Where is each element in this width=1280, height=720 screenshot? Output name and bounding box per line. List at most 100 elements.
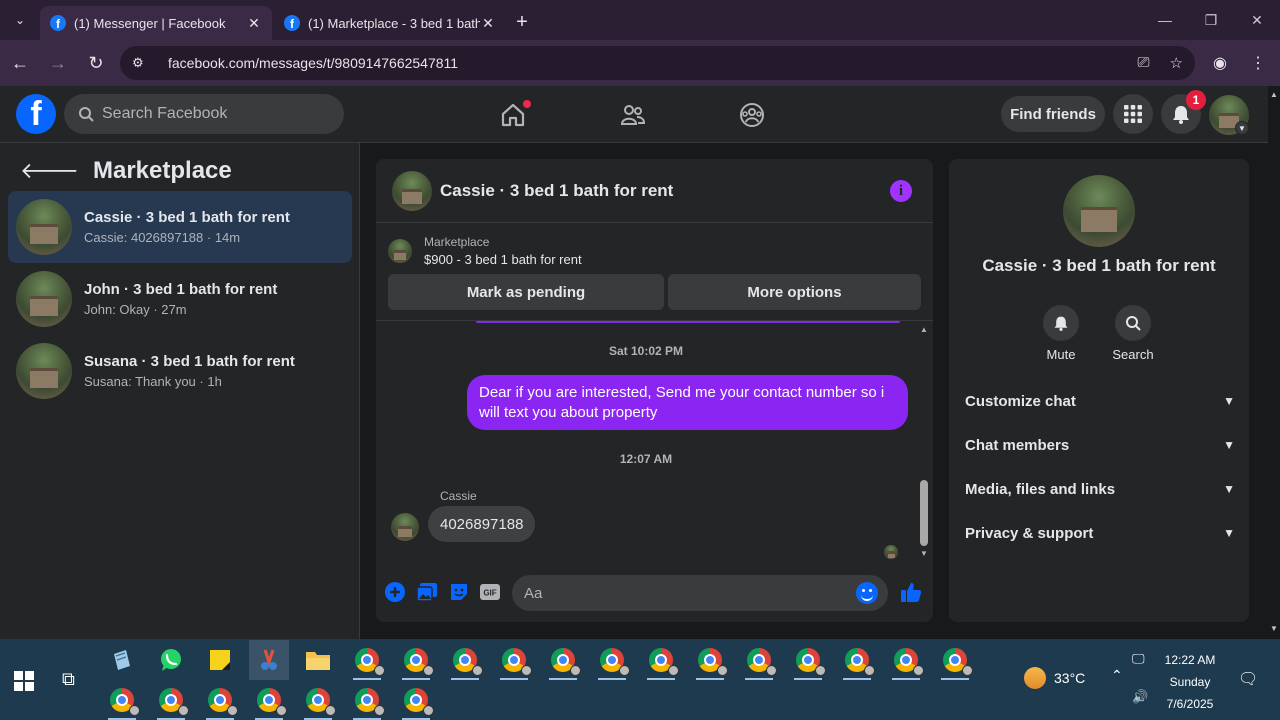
gif-icon[interactable]: GIF <box>479 581 501 603</box>
close-tab-icon[interactable]: ✕ <box>480 15 496 32</box>
search-in-chat-button[interactable]: Search <box>1103 305 1163 362</box>
chevron-down-icon: ▼ <box>1223 394 1235 408</box>
restore-icon[interactable]: ❐ <box>1188 0 1234 40</box>
chrome-taskbar-icon[interactable] <box>151 680 191 720</box>
chrome-taskbar-icon[interactable] <box>200 680 240 720</box>
site-settings-icon[interactable]: ⚙ <box>132 55 156 71</box>
photo-icon[interactable] <box>416 581 438 603</box>
windows-start-icon[interactable] <box>14 671 34 691</box>
file-explorer-taskbar-icon[interactable] <box>298 640 338 680</box>
tab-search-dropdown-icon[interactable]: ⌄ <box>0 0 40 40</box>
volume-icon[interactable]: 🔊 <box>1132 689 1148 709</box>
info-icon[interactable]: i <box>890 180 912 202</box>
chat-scrollbar[interactable]: ▲ ▼ <box>917 325 931 561</box>
privacy-support-section[interactable]: Privacy & support ▼ <box>965 519 1235 547</box>
sticker-icon[interactable] <box>448 581 470 603</box>
network-icon[interactable]: 🖵 <box>1132 651 1148 671</box>
chrome-taskbar-icon[interactable] <box>641 640 681 680</box>
back-button[interactable]: ← <box>2 45 38 81</box>
svg-text:GIF: GIF <box>483 589 496 598</box>
weather-widget[interactable]: 33°C <box>1024 667 1085 689</box>
reload-button[interactable]: ↻ <box>78 45 114 81</box>
sender-avatar[interactable] <box>391 513 419 541</box>
chrome-taskbar-icon[interactable] <box>347 680 387 720</box>
back-arrow-icon[interactable]: 🡐 <box>20 158 79 184</box>
message-input[interactable]: Aa <box>512 575 888 611</box>
chrome-taskbar-icon[interactable] <box>102 680 142 720</box>
chrome-taskbar-icon[interactable] <box>739 640 779 680</box>
scroll-up-icon[interactable]: ▲ <box>1270 90 1278 99</box>
chrome-taskbar-icon[interactable] <box>788 640 828 680</box>
chrome-taskbar-icon[interactable] <box>935 640 975 680</box>
facebook-search-input[interactable]: Search Facebook <box>64 94 344 134</box>
chrome-taskbar-icon[interactable] <box>592 640 632 680</box>
chrome-taskbar-icon[interactable] <box>690 640 730 680</box>
conversation-item[interactable]: John · 3 bed 1 bath for rent John: Okay … <box>8 263 352 335</box>
conversation-name: Susana · 3 bed 1 bath for rent <box>84 353 295 370</box>
scrollbar-thumb[interactable] <box>920 480 928 546</box>
facebook-logo-icon[interactable]: f <box>16 94 56 134</box>
conversation-item[interactable]: Cassie · 3 bed 1 bath for rent Cassie: 4… <box>8 191 352 263</box>
new-tab-button[interactable]: + <box>508 8 536 36</box>
chrome-taskbar-icon[interactable] <box>396 640 436 680</box>
thumbs-up-icon[interactable] <box>899 580 923 604</box>
customize-chat-section[interactable]: Customize chat ▼ <box>965 387 1235 415</box>
url-text[interactable]: facebook.com/messages/t/9809147662547811 <box>168 55 458 71</box>
chrome-taskbar-icon[interactable] <box>543 640 583 680</box>
bookmark-star-icon[interactable]: ☆ <box>1170 54 1183 72</box>
previous-message-edge <box>476 321 900 323</box>
mark-as-pending-button[interactable]: Mark as pending <box>388 274 664 310</box>
scroll-down-icon[interactable]: ▼ <box>920 549 928 558</box>
chrome-taskbar-icon[interactable] <box>396 680 436 720</box>
chrome-taskbar-icon[interactable] <box>886 640 926 680</box>
chrome-taskbar-icon[interactable] <box>494 640 534 680</box>
menu-kebab-icon[interactable]: ⋮ <box>1246 46 1270 80</box>
omnibox[interactable]: ⚙ facebook.com/messages/t/98091476625478… <box>120 46 1195 80</box>
home-nav-button[interactable] <box>457 86 569 143</box>
tab-marketplace[interactable]: f (1) Marketplace - 3 bed 1 bath f ✕ <box>274 6 506 40</box>
media-files-links-section[interactable]: Media, files and links ▼ <box>965 475 1235 503</box>
install-app-icon[interactable]: ⎚ <box>1138 54 1150 72</box>
task-view-icon[interactable]: ⧉ <box>62 669 75 690</box>
find-friends-button[interactable]: Find friends <box>1001 96 1105 132</box>
conversation-item[interactable]: Susana · 3 bed 1 bath for rent Susana: T… <box>8 335 352 407</box>
whatsapp-taskbar-icon[interactable] <box>151 640 191 680</box>
incoming-message[interactable]: 4026897188 <box>428 506 536 542</box>
system-clock[interactable]: 12:22 AM Sunday 7/6/2025 <box>1158 649 1222 715</box>
chevron-down-icon: ▼ <box>1223 526 1235 540</box>
groups-nav-button[interactable] <box>696 86 808 143</box>
chrome-taskbar-icon[interactable] <box>445 640 485 680</box>
close-tab-icon[interactable]: ✕ <box>246 15 262 32</box>
scroll-up-icon[interactable]: ▲ <box>920 325 928 334</box>
scroll-down-icon[interactable]: ▼ <box>1270 624 1278 633</box>
listing-summary[interactable]: Marketplace $900 - 3 bed 1 bath for rent <box>388 235 582 267</box>
tab-messenger[interactable]: f (1) Messenger | Facebook ✕ <box>40 6 272 40</box>
minimize-icon[interactable]: — <box>1142 0 1188 40</box>
mute-button[interactable]: Mute <box>1031 305 1091 362</box>
friends-nav-button[interactable] <box>577 86 689 143</box>
profile-icon[interactable]: ◉ <box>1208 46 1232 80</box>
plus-icon[interactable] <box>384 581 406 603</box>
chrome-taskbar-icon[interactable] <box>298 680 338 720</box>
chrome-taskbar-icon[interactable] <box>347 640 387 680</box>
page-scrollbar[interactable]: ▲ ▼ <box>1268 86 1280 639</box>
chrome-taskbar-icon[interactable] <box>837 640 877 680</box>
chrome-taskbar-icon[interactable] <box>249 680 289 720</box>
chat-title[interactable]: Cassie · 3 bed 1 bath for rent <box>440 181 673 201</box>
search-icon <box>1126 316 1141 331</box>
sticky-notes-taskbar-icon[interactable] <box>200 640 240 680</box>
forward-button[interactable]: → <box>40 45 76 81</box>
snipping-tool-taskbar-icon[interactable] <box>249 640 289 680</box>
chat-members-section[interactable]: Chat members ▼ <box>965 431 1235 459</box>
emoji-icon[interactable] <box>856 582 878 604</box>
account-chevron-icon[interactable]: ▼ <box>1235 121 1249 135</box>
more-options-button[interactable]: More options <box>668 274 921 310</box>
notepad-taskbar-icon[interactable] <box>102 640 142 680</box>
menu-button[interactable] <box>1113 94 1153 134</box>
outgoing-message[interactable]: Dear if you are interested, Send me your… <box>467 375 908 430</box>
chat-avatar[interactable] <box>392 170 432 211</box>
close-window-icon[interactable]: ✕ <box>1234 0 1280 40</box>
action-center-icon[interactable]: 🗨 <box>1238 669 1258 689</box>
show-hidden-icons-caret-icon[interactable]: ⌃ <box>1111 667 1123 684</box>
friends-icon <box>620 104 646 125</box>
